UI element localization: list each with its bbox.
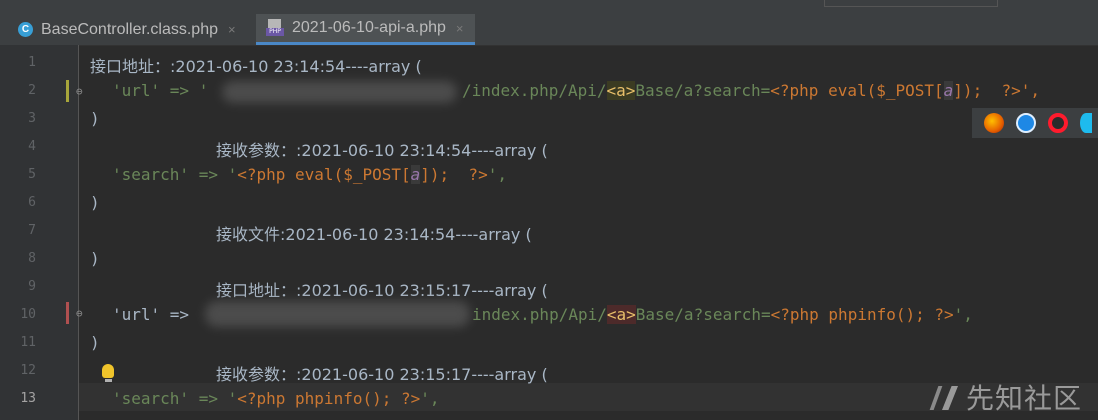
code-line-9: 接口地址：:2021-06-10 23:15:17----array ( [216, 281, 548, 300]
code-line-1: 接口地址：:2021-06-10 23:14:54----array ( [90, 57, 422, 76]
lightbulb-base [105, 379, 112, 382]
line-number: 6 [28, 195, 36, 210]
line-number: 4 [28, 139, 36, 154]
code-line-6: ) [90, 193, 100, 212]
code-line-12: 接收参数：:2021-06-10 23:15:17----array ( [216, 365, 548, 384]
redacted-host [222, 81, 457, 103]
code-line-10: 'url' => [112, 305, 189, 324]
php-variable: a [410, 165, 421, 184]
code-line-13: 'search' => '<?php phpinfo(); ?>', [112, 389, 440, 408]
line-number: 2 [28, 83, 36, 98]
class-c-icon: C [18, 22, 33, 37]
code-line-4: 接收参数：:2021-06-10 23:14:54----array ( [216, 141, 548, 160]
php-file-icon: PHP [266, 19, 284, 37]
string-literal: ', [420, 389, 440, 408]
code-line-2-rest: /index.php/Api/<a>Base/a?search=<?php ev… [462, 81, 1040, 100]
php-code: ]); ?>', [953, 81, 1040, 100]
editor-tab-bar: C BaseController.class.php × PHP 2021-06… [0, 0, 1098, 46]
xianzhi-logo-icon [929, 382, 960, 412]
fold-icon[interactable]: ⊖ [76, 85, 83, 98]
string-literal: Base/a?search= [635, 81, 771, 100]
code-line-3: ) [90, 109, 100, 128]
string-literal: ', [487, 165, 507, 184]
php-code: ]); ?> [420, 165, 488, 184]
php-variable: a [943, 81, 954, 100]
line-number: 12 [20, 363, 36, 378]
line-number: 3 [28, 111, 36, 126]
tab-label: BaseController.class.php [41, 20, 218, 38]
code-line-7: 接收文件:2021-06-10 23:14:54----array ( [216, 225, 532, 244]
php-code: <?php phpinfo(); ?> [237, 389, 421, 408]
string-literal: 'url' => [112, 305, 190, 324]
code-line-2: 'url' => ' [112, 81, 208, 100]
open-in-browser-popup [972, 108, 1098, 138]
php-code: <?php eval($_POST[ [770, 81, 944, 100]
toolbar-edge [824, 0, 998, 7]
html-tag: <a> [606, 81, 636, 100]
string-literal: index.php/Api/ [472, 305, 607, 324]
tab-label: 2021-06-10-api-a.php [292, 19, 446, 36]
modified-line-marker[interactable] [66, 80, 69, 102]
modified-line-marker[interactable] [66, 302, 69, 324]
line-number: 13 [20, 391, 36, 406]
line-number: 5 [28, 167, 36, 182]
line-number: 8 [28, 251, 36, 266]
string-literal: /index.php/Api/ [462, 81, 607, 100]
php-code: <?php phpinfo(); ?> [770, 305, 954, 324]
line-number: 10 [20, 307, 36, 322]
watermark-text: 先知社区 [966, 382, 1083, 415]
string-literal: Base/a?search= [635, 305, 771, 324]
close-icon[interactable]: × [228, 22, 236, 37]
watermark: 先知社区 [929, 377, 1083, 417]
opera-icon[interactable] [1048, 113, 1068, 133]
lightbulb-icon[interactable] [102, 364, 114, 378]
safari-icon[interactable] [1016, 113, 1036, 133]
ie-icon[interactable] [1080, 113, 1092, 133]
string-literal: 'search' => ' [112, 389, 238, 408]
string-literal: 'search' => ' [112, 165, 238, 184]
redacted-host [205, 301, 470, 327]
line-number: 7 [28, 223, 36, 238]
code-line-8: ) [90, 249, 100, 268]
line-number: 9 [28, 279, 36, 294]
string-literal: 'url' => ' [112, 81, 209, 100]
code-line-10-rest: index.php/Api/<a>Base/a?search=<?php php… [472, 305, 973, 324]
fold-icon[interactable]: ⊖ [76, 307, 83, 320]
close-icon[interactable]: × [456, 21, 464, 36]
php-code: <?php eval($_POST[ [237, 165, 411, 184]
gutter-separator [78, 45, 79, 420]
line-number: 11 [20, 335, 36, 350]
code-line-5: 'search' => '<?php eval($_POST[a]); ?>', [112, 165, 507, 184]
line-number: 1 [28, 55, 36, 70]
tab-basecontroller[interactable]: C BaseController.class.php × [0, 14, 236, 45]
tab-api-log[interactable]: PHP 2021-06-10-api-a.php × [256, 14, 476, 45]
string-literal: ', [953, 305, 973, 324]
html-tag: <a> [606, 305, 636, 324]
code-line-11: ) [90, 333, 100, 352]
firefox-icon[interactable] [984, 113, 1004, 133]
